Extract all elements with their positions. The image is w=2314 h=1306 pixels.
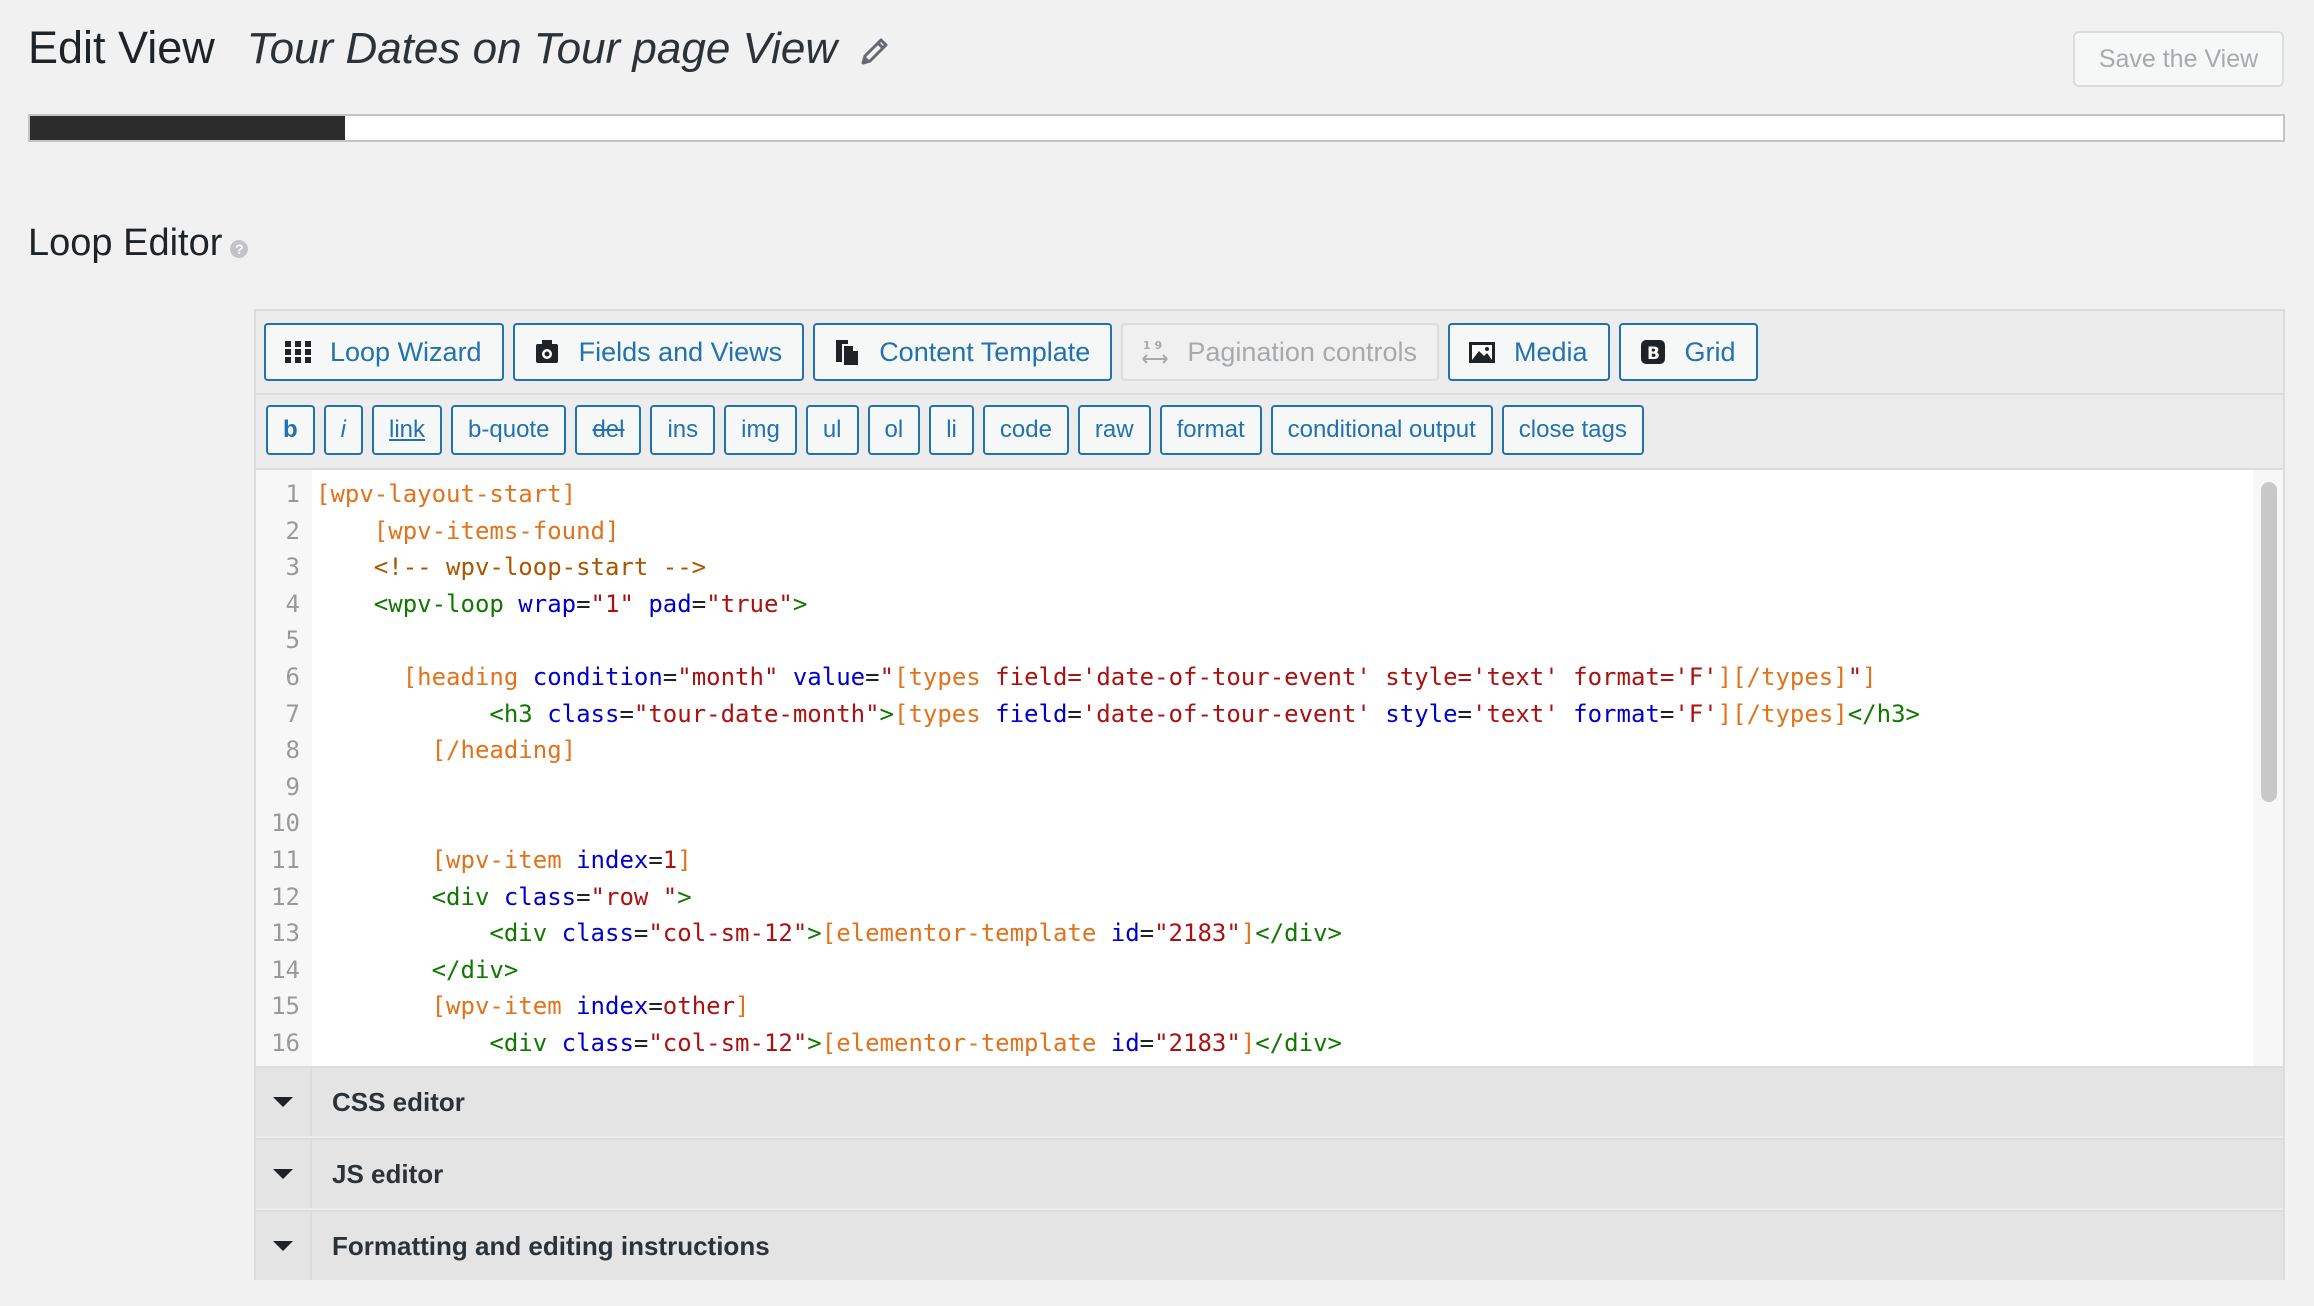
caret-down-icon — [273, 1169, 293, 1179]
code-line: 4 <wpv-loop wrap="1" pad="true"> — [256, 586, 2256, 623]
media-label: Media — [1513, 336, 1588, 367]
quicktag-ol-button[interactable]: ol — [867, 405, 921, 455]
line-number: 12 — [271, 882, 300, 911]
css-editor-panel[interactable]: CSS editor — [256, 1066, 2283, 1136]
copy-document-icon — [833, 338, 861, 366]
toolbar-divider — [256, 393, 2283, 395]
grid-dots-icon — [284, 338, 312, 366]
page-header: Edit View Tour Dates on Tour page View — [28, 22, 893, 74]
quicktag-img-button[interactable]: img — [724, 405, 797, 455]
editor-main-toolbar: Loop Wizard Fields and Views Content Tem… — [264, 323, 1758, 383]
css-editor-toggle[interactable] — [256, 1068, 312, 1136]
caret-down-icon — [273, 1241, 293, 1251]
code-line: 9 — [256, 769, 2256, 806]
quicktag-del-button[interactable]: del — [575, 405, 642, 455]
quicktag-li-button[interactable]: li — [929, 405, 974, 455]
quicktag-ins-button[interactable]: ins — [650, 405, 716, 455]
svg-text:1 9: 1 9 — [1143, 339, 1162, 352]
js-editor-toggle[interactable] — [256, 1140, 312, 1208]
camera-icon — [533, 338, 561, 366]
save-view-button[interactable]: Save the View — [2073, 31, 2284, 87]
section-title: Loop Editor ? — [28, 222, 249, 265]
line-number: 7 — [285, 699, 300, 728]
code-line: 6 [heading condition="month" value="[typ… — [256, 659, 2256, 696]
pagination-icon: 1 9 — [1141, 338, 1169, 366]
view-name-title[interactable]: Tour Dates on Tour page View — [247, 24, 837, 74]
pencil-icon[interactable] — [857, 33, 893, 69]
loop-editor: Loop Wizard Fields and Views Content Tem… — [254, 309, 2285, 1280]
js-editor-panel[interactable]: JS editor — [256, 1138, 2283, 1208]
code-lines: 1 [wpv-layout-start] 2 [wpv-items-found] … — [256, 476, 2256, 1062]
code-scrollbar-thumb[interactable] — [2261, 482, 2277, 802]
code-line: 12 <div class="row "> — [256, 879, 2256, 916]
code-line: 10 — [256, 805, 2256, 842]
grid-label: Grid — [1684, 336, 1736, 367]
line-number: 10 — [271, 809, 300, 838]
code-scrollbar[interactable] — [2253, 470, 2283, 1066]
image-icon — [1468, 338, 1496, 366]
section-title-text: Loop Editor — [28, 222, 223, 264]
quicktag-conditional-output-button[interactable]: conditional output — [1270, 405, 1493, 455]
quicktag-close-tags-button[interactable]: close tags — [1501, 405, 1644, 455]
code-line: 2 [wpv-items-found] — [256, 513, 2256, 550]
help-icon[interactable]: ? — [230, 239, 249, 258]
code-line: 15 [wpv-item index=other] — [256, 988, 2256, 1025]
line-number: 15 — [271, 992, 300, 1021]
line-number: 5 — [285, 626, 300, 655]
line-number: 6 — [285, 662, 300, 691]
quicktag-bold-button[interactable]: b — [266, 405, 315, 455]
grid-button[interactable]: B Grid — [1618, 323, 1758, 381]
formatting-instructions-panel[interactable]: Formatting and editing instructions — [256, 1210, 2283, 1280]
quicktag-raw-button[interactable]: raw — [1077, 405, 1151, 455]
line-number: 1 — [285, 480, 300, 508]
line-number: 13 — [271, 919, 300, 948]
formatting-instructions-title: Formatting and editing instructions — [332, 1230, 770, 1261]
line-number: 11 — [271, 845, 300, 874]
code-line: 13 <div class="col-sm-12">[elementor-tem… — [256, 915, 2256, 952]
svg-text:B: B — [1647, 344, 1660, 364]
caret-down-icon — [273, 1097, 293, 1107]
code-line: 16 <div class="col-sm-12">[elementor-tem… — [256, 1025, 2256, 1062]
js-editor-title: JS editor — [332, 1158, 444, 1189]
code-line: 8 [/heading] — [256, 732, 2256, 769]
line-number: 14 — [271, 955, 300, 984]
loop-wizard-button[interactable]: Loop Wizard — [264, 323, 504, 381]
quicktag-link-button[interactable]: link — [372, 405, 443, 455]
code-line: 11 [wpv-item index=1] — [256, 842, 2256, 879]
quicktag-code-button[interactable]: code — [982, 405, 1069, 455]
fields-and-views-label: Fields and Views — [578, 336, 783, 367]
code-line: 3 <!-- wpv-loop-start --> — [256, 549, 2256, 586]
quicktag-bquote-button[interactable]: b-quote — [451, 405, 567, 455]
content-template-button[interactable]: Content Template — [813, 323, 1113, 381]
loop-wizard-label: Loop Wizard — [330, 336, 482, 367]
formatting-instructions-toggle[interactable] — [256, 1212, 312, 1280]
css-editor-title: CSS editor — [332, 1086, 465, 1117]
code-line: 5 — [256, 622, 2256, 659]
progress-fill — [30, 116, 346, 140]
media-button[interactable]: Media — [1447, 323, 1610, 381]
page-title: Edit View — [28, 22, 215, 73]
line-number: 4 — [285, 589, 300, 618]
line-number: 8 — [285, 736, 300, 765]
code-line: 7 <h3 class="tour-date-month">[types fie… — [256, 696, 2256, 733]
quicktags-toolbar: b i link b-quote del ins img ul ol li co… — [266, 405, 1644, 457]
quicktag-italic-button[interactable]: i — [323, 405, 364, 455]
line-number: 3 — [285, 553, 300, 582]
fields-and-views-button[interactable]: Fields and Views — [512, 323, 805, 381]
line-number: 2 — [285, 516, 300, 545]
bootstrap-icon: B — [1639, 338, 1667, 366]
content-template-label: Content Template — [879, 336, 1091, 367]
quicktag-ul-button[interactable]: ul — [805, 405, 859, 455]
quicktag-format-button[interactable]: format — [1159, 405, 1262, 455]
pagination-controls-label: Pagination controls — [1187, 336, 1417, 367]
line-number: 16 — [271, 1028, 300, 1057]
code-line: 14 </div> — [256, 952, 2256, 989]
line-number: 9 — [285, 772, 300, 801]
progress-bar — [28, 114, 2285, 142]
pagination-controls-button[interactable]: 1 9 Pagination controls — [1121, 323, 1439, 381]
code-line: 1 [wpv-layout-start] — [256, 476, 2256, 513]
code-editor[interactable]: 1 [wpv-layout-start] 2 [wpv-items-found] … — [256, 470, 2283, 1066]
